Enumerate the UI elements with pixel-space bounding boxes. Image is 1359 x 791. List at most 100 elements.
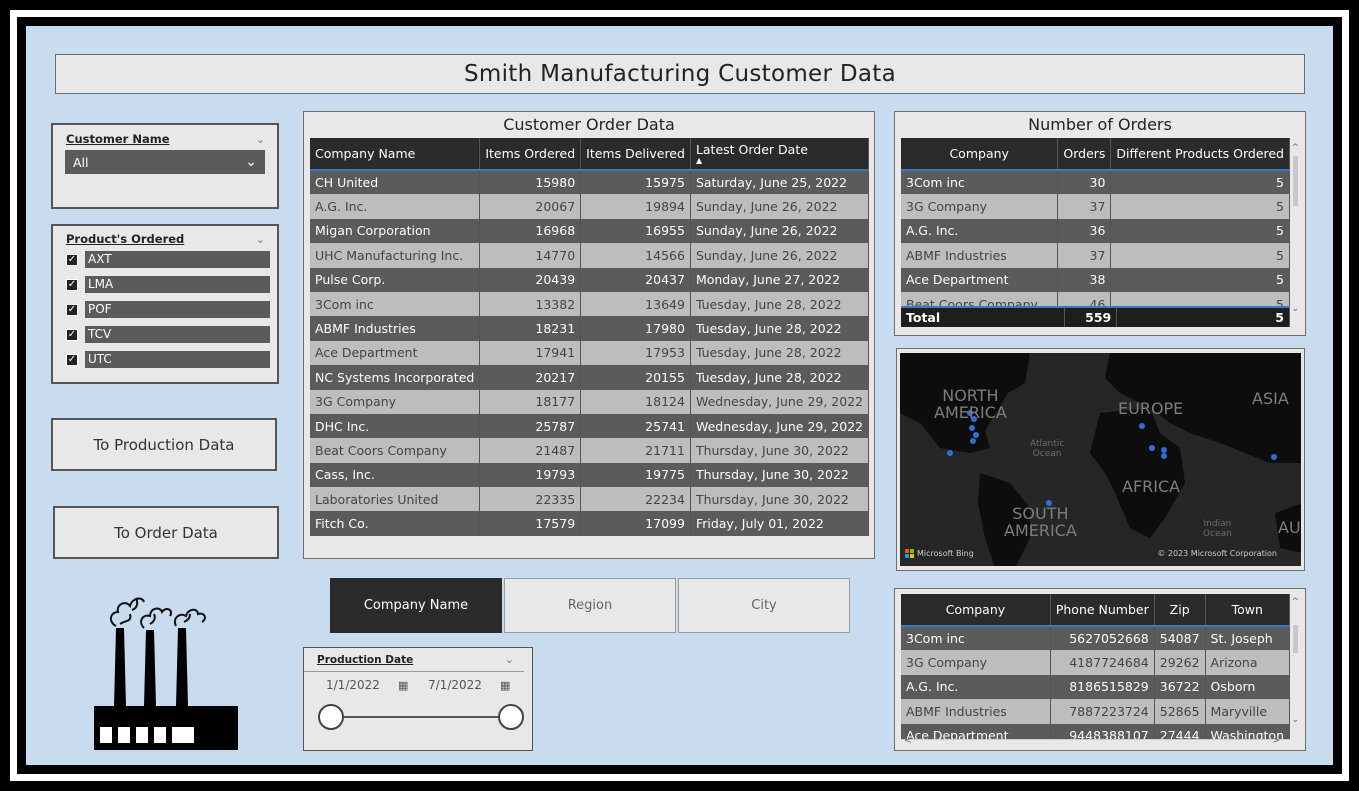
table-row[interactable]: A.G. Inc. 20067 19894 Sunday, June 26, 2022: [310, 194, 870, 219]
table-row[interactable]: Laboratories United 22335 22234 Thursday, J…: [310, 487, 870, 512]
chevron-down-icon[interactable]: ⌄: [256, 133, 265, 146]
start-date-input[interactable]: 1/1/2022: [326, 678, 398, 692]
vertical-scrollbar[interactable]: [1291, 595, 1300, 735]
table-cell: 3G Company: [310, 389, 481, 414]
sort-ascending-icon[interactable]: ▲: [696, 157, 863, 165]
product-checkbox-item[interactable]: ✓ UTC: [66, 350, 277, 369]
column-header[interactable]: Company: [901, 594, 1051, 627]
customer-name-slicer[interactable]: Customer Name ⌄ All ⌄: [51, 123, 279, 209]
to-production-data-button[interactable]: To Production Data: [51, 418, 277, 471]
map-visual[interactable]: NORTH AMERICA EUROPE ASIA AFRICA SOUTH AME…: [896, 348, 1305, 571]
table-row[interactable]: 3Com inc 30 5: [901, 170, 1290, 195]
scroll-up-icon[interactable]: ^: [1291, 143, 1299, 153]
column-header[interactable]: Phone Number: [1050, 594, 1155, 627]
start-slider-handle[interactable]: [318, 704, 344, 730]
table-cell: A.G. Inc.: [901, 674, 1051, 700]
region-toggle[interactable]: Region: [504, 578, 676, 633]
factory-icon: [92, 582, 240, 750]
table-row[interactable]: UHC Manufacturing Inc. 14770 14566 Sunday, …: [310, 243, 870, 268]
table-row[interactable]: Pulse Corp. 20439 20437 Monday, June 27, 20…: [310, 267, 870, 292]
company-name-toggle[interactable]: Company Name: [330, 578, 502, 633]
table-title: Customer Order Data: [503, 115, 675, 134]
column-header[interactable]: Orders: [1057, 138, 1112, 171]
table-row[interactable]: ABMF Industries 37 5: [901, 243, 1290, 268]
product-checkbox-item[interactable]: ✓ LMA: [66, 275, 277, 294]
table-cell: 7887223724: [1050, 699, 1155, 724]
table-row[interactable]: A.G. Inc. 8186515829 36722 Osborn: [901, 674, 1290, 700]
column-header[interactable]: Latest Order Date ▲: [690, 138, 870, 171]
table-row[interactable]: Cass, Inc. 19793 19775 Thursday, June 30, 2…: [310, 462, 870, 488]
table-row[interactable]: A.G. Inc. 36 5: [901, 218, 1290, 244]
table-cell: 37: [1057, 243, 1112, 268]
table-cell: Sunday, June 26, 2022: [690, 218, 870, 244]
table-cell: Saturday, June 25, 2022: [690, 170, 870, 195]
column-header[interactable]: Company: [901, 138, 1059, 171]
scroll-left-icon[interactable]: <: [904, 736, 912, 746]
column-header[interactable]: Different Products Ordered: [1110, 138, 1290, 171]
city-toggle[interactable]: City: [678, 578, 850, 633]
table-row[interactable]: Ace Department 38 5: [901, 267, 1290, 292]
table-row[interactable]: ABMF Industries 7887223724 52865 Maryville: [901, 699, 1290, 724]
horizontal-scrollbar[interactable]: < >: [901, 736, 1290, 747]
table-cell: 15975: [580, 170, 691, 195]
product-checkbox-item[interactable]: ✓ TCV: [66, 325, 277, 344]
map-label-asia: ASIA: [1252, 389, 1289, 408]
map-label-europe: EUROPE: [1118, 399, 1184, 418]
table-cell: Sunday, June 26, 2022: [690, 194, 870, 219]
column-header[interactable]: Company Name: [310, 138, 481, 171]
scroll-down-icon[interactable]: ⌄: [1291, 715, 1299, 725]
product-checkbox-item[interactable]: ✓ AXT: [66, 250, 277, 269]
vertical-scrollbar[interactable]: [1291, 142, 1300, 320]
table-cell: 3G Company: [901, 650, 1051, 675]
chevron-down-icon[interactable]: ⌄: [505, 653, 514, 666]
map-copyright: © 2023 Microsoft Corporation: [1157, 549, 1277, 558]
table-row[interactable]: CH United 15980 15975 Saturday, June 25, 20…: [310, 170, 870, 195]
column-header[interactable]: Zip: [1154, 594, 1206, 627]
table-cell: 5: [1110, 170, 1290, 195]
bing-attribution: Microsoft Bing: [905, 549, 974, 558]
table-row[interactable]: Migan Corporation 16968 16955 Sunday, June …: [310, 218, 870, 244]
checkmark-icon[interactable]: ✓: [66, 328, 78, 341]
date-range-slider[interactable]: [318, 704, 524, 730]
checkmark-icon[interactable]: ✓: [66, 303, 78, 316]
table-row[interactable]: ABMF Industries 18231 17980 Tuesday, June 2…: [310, 316, 870, 341]
table-cell: 19775: [580, 462, 691, 488]
column-header[interactable]: Items Ordered: [479, 138, 582, 171]
table-row[interactable]: DHC Inc. 25787 25741 Wednesday, June 29, 20…: [310, 413, 870, 439]
table-cell: CH United: [310, 170, 481, 195]
products-ordered-slicer[interactable]: Product's Ordered ⌄ ✓ AXT ✓ LMA ✓ POF ✓ TCV ✓ UTC: [51, 224, 279, 384]
chevron-down-icon[interactable]: ⌄: [256, 233, 265, 246]
end-slider-handle[interactable]: [498, 704, 524, 730]
checkmark-icon[interactable]: ✓: [66, 353, 78, 366]
calendar-icon[interactable]: ▦: [500, 679, 510, 692]
column-header[interactable]: Items Delivered: [580, 138, 691, 171]
scroll-down-icon[interactable]: ⌄: [1291, 304, 1299, 314]
table-row[interactable]: Beat Coors Company 21487 21711 Thursday, Ju…: [310, 438, 870, 463]
map-canvas[interactable]: NORTH AMERICA EUROPE ASIA AFRICA SOUTH AME…: [900, 353, 1301, 566]
table-cell: 25741: [580, 413, 691, 439]
product-checkbox-item[interactable]: ✓ POF: [66, 300, 277, 319]
to-order-data-button[interactable]: To Order Data: [53, 506, 279, 559]
table-row[interactable]: Ace Department 17941 17953 Tuesday, June 28…: [310, 340, 870, 366]
customer-dropdown[interactable]: All ⌄: [65, 150, 265, 174]
production-date-slicer[interactable]: Production Date ⌄ 1/1/2022 ▦ 7/1/2022 ▦: [303, 647, 533, 751]
end-date-input[interactable]: 7/1/2022: [428, 678, 500, 692]
table-cell: 54087: [1154, 626, 1206, 651]
table-cell: 36: [1057, 218, 1112, 244]
table-row[interactable]: 3G Company 37 5: [901, 194, 1290, 219]
table-row[interactable]: 3Com inc 5627052668 54087 St. Joseph: [901, 626, 1290, 651]
checkmark-icon[interactable]: ✓: [66, 278, 78, 291]
table-cell: 16955: [580, 218, 691, 244]
calendar-icon[interactable]: ▦: [398, 679, 428, 692]
table-row[interactable]: Fitch Co. 17579 17099 Friday, July 01, 2022: [310, 511, 870, 536]
checkmark-icon[interactable]: ✓: [66, 253, 78, 266]
table-row[interactable]: NC Systems Incorporated 20217 20155 Tuesday…: [310, 365, 870, 390]
table-row[interactable]: 3G Company 18177 18124 Wednesday, June 29, …: [310, 389, 870, 414]
scroll-right-icon[interactable]: >: [1272, 736, 1280, 746]
table-row[interactable]: 3Com inc 13382 13649 Tuesday, June 28, 2022: [310, 291, 870, 317]
column-header[interactable]: Town: [1205, 594, 1290, 627]
table-cell: Cass, Inc.: [310, 462, 481, 488]
table-row[interactable]: 3G Company 4187724684 29262 Arizona: [901, 650, 1290, 675]
scroll-up-icon[interactable]: ^: [1291, 597, 1299, 607]
table-row[interactable]: Beat Coors Company 46 5: [901, 291, 1290, 306]
